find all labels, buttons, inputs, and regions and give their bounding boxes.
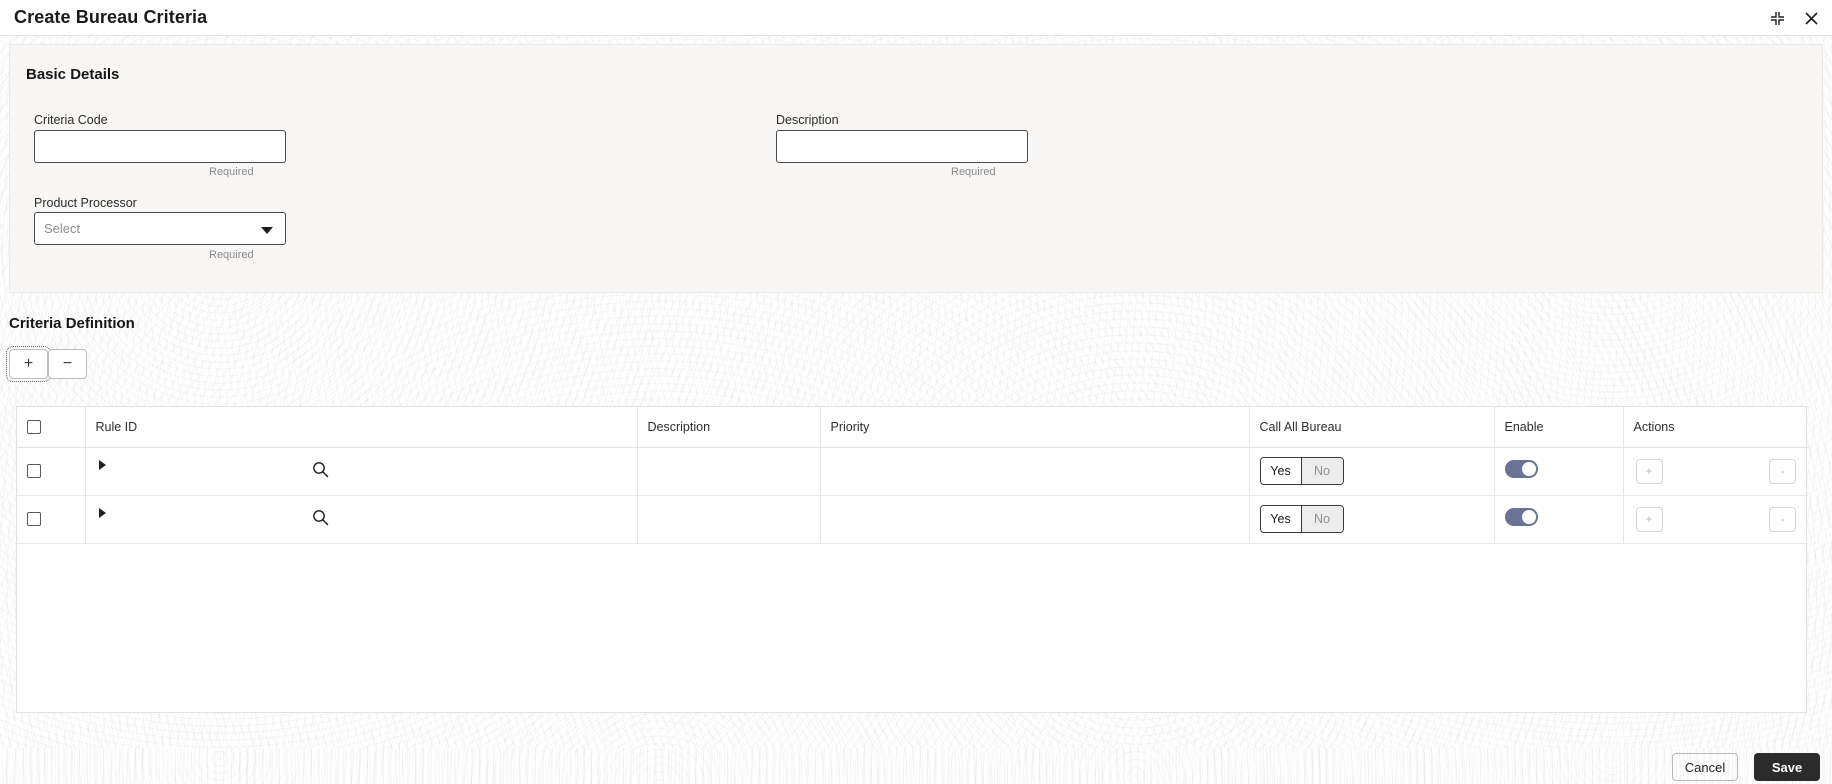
row-actions-cell: + - <box>1623 447 1808 496</box>
criteria-table-body: Yes No + - Yes No + - <box>17 447 1808 544</box>
rule-id-cell <box>85 495 638 544</box>
column-header-enable[interactable]: Enable <box>1494 407 1624 448</box>
table-row: Yes No + - <box>17 495 1808 544</box>
remove-criteria-label: − <box>62 355 73 372</box>
row-remove-button[interactable]: - <box>1769 506 1796 532</box>
criteria-table: Rule ID Description Priority Call All Bu… <box>17 407 1808 544</box>
criteria-code-label: Criteria Code <box>34 113 108 127</box>
row-remove-button[interactable]: - <box>1769 458 1796 484</box>
cancel-button-label: Cancel <box>1684 759 1726 775</box>
collapse-corners-icon[interactable] <box>1764 5 1790 31</box>
description-field[interactable] <box>776 130 1028 163</box>
criteria-definition-heading: Criteria Definition <box>9 315 135 332</box>
product-processor-label: Product Processor <box>34 196 137 210</box>
row-select-cell <box>17 495 86 544</box>
expand-triangle-icon[interactable] <box>98 459 106 470</box>
call-all-bureau-toggle-group[interactable]: Yes No <box>1259 457 1344 485</box>
add-criteria-button[interactable]: + <box>6 346 51 382</box>
toggle-knob <box>1521 509 1536 524</box>
basic-details-panel: Basic Details Criteria Code Required Des… <box>9 44 1823 293</box>
enable-toggle-switch[interactable] <box>1504 459 1538 478</box>
window-titlebar: Create Bureau Criteria <box>0 0 1832 36</box>
row-priority-cell[interactable] <box>820 495 1250 544</box>
save-button-label: Save <box>1771 759 1803 775</box>
basic-details-heading: Basic Details <box>26 66 120 83</box>
row-select-cell <box>17 447 86 496</box>
remove-criteria-button[interactable]: − <box>48 349 87 379</box>
call-all-bureau-yes-option[interactable]: Yes <box>1260 458 1302 484</box>
call-all-bureau-no-option[interactable]: No <box>1301 458 1343 484</box>
criteria-table-container: Rule ID Description Priority Call All Bu… <box>16 406 1808 713</box>
product-processor-select[interactable]: Select <box>34 212 286 245</box>
row-description-cell[interactable] <box>637 447 821 496</box>
enable-cell <box>1494 447 1624 496</box>
call-all-bureau-cell: Yes No <box>1249 495 1495 544</box>
add-criteria-label: + <box>23 355 34 372</box>
description-label: Description <box>776 113 839 127</box>
column-header-actions[interactable]: Actions <box>1623 407 1808 448</box>
dialog-footer: Cancel Save <box>0 748 1832 784</box>
call-all-bureau-no-option[interactable]: No <box>1301 506 1343 532</box>
toggle-knob <box>1521 461 1536 476</box>
collapse-corners-glyph <box>1770 11 1784 25</box>
chevron-down-icon <box>261 227 273 234</box>
row-add-button[interactable]: + <box>1635 506 1663 532</box>
select-all-checkbox[interactable] <box>27 420 41 435</box>
call-all-bureau-cell: Yes No <box>1249 447 1495 496</box>
call-all-bureau-yes-option[interactable]: Yes <box>1260 506 1302 532</box>
dialog-body: Basic Details Criteria Code Required Des… <box>0 36 1832 748</box>
description-required-hint: Required <box>951 166 996 178</box>
column-header-priority[interactable]: Priority <box>820 407 1250 448</box>
cancel-button[interactable]: Cancel <box>1672 753 1738 781</box>
search-icon[interactable] <box>312 509 329 531</box>
description-input[interactable] <box>777 131 1027 162</box>
criteria-code-required-hint: Required <box>209 166 254 178</box>
select-all-header <box>17 407 86 448</box>
criteria-code-field[interactable] <box>34 130 286 163</box>
enable-toggle-switch[interactable] <box>1504 507 1538 526</box>
row-checkbox[interactable] <box>27 463 41 478</box>
column-header-description[interactable]: Description <box>637 407 821 448</box>
search-icon[interactable] <box>312 461 329 483</box>
row-priority-cell[interactable] <box>820 447 1250 496</box>
save-button[interactable]: Save <box>1754 753 1820 781</box>
row-add-button[interactable]: + <box>1635 458 1663 484</box>
call-all-bureau-toggle-group[interactable]: Yes No <box>1259 505 1344 533</box>
column-header-rule-id[interactable]: Rule ID <box>85 407 638 448</box>
table-header-row: Rule ID Description Priority Call All Bu… <box>17 407 1808 448</box>
close-glyph <box>1804 11 1818 25</box>
row-actions-cell: + - <box>1623 495 1808 544</box>
row-description-cell[interactable] <box>637 495 821 544</box>
table-row: Yes No + - <box>17 447 1808 496</box>
product-processor-value: Select <box>44 221 81 236</box>
row-checkbox[interactable] <box>27 511 41 526</box>
rule-id-cell <box>85 447 638 496</box>
expand-triangle-icon[interactable] <box>98 507 106 518</box>
close-icon[interactable] <box>1798 5 1824 31</box>
enable-cell <box>1494 495 1624 544</box>
criteria-code-input[interactable] <box>35 131 285 162</box>
product-processor-required-hint: Required <box>209 249 254 261</box>
column-header-call-all-bureau[interactable]: Call All Bureau <box>1249 407 1495 448</box>
page-title: Create Bureau Criteria <box>14 7 208 27</box>
